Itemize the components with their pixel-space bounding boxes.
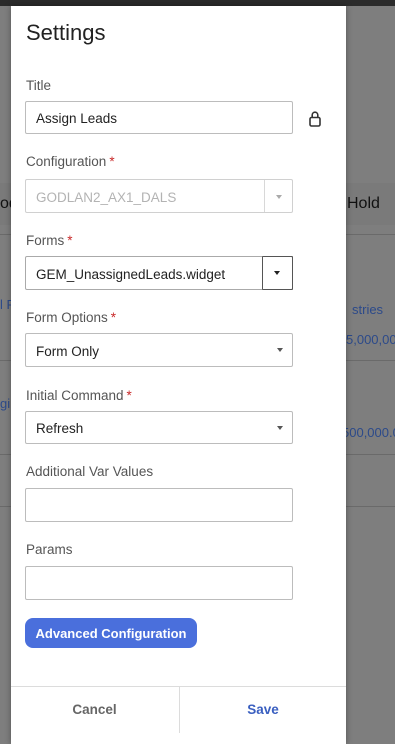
background-value: 5,000,000 [346, 332, 395, 347]
chevron-down-icon [277, 348, 283, 352]
params-input[interactable] [25, 566, 293, 600]
title-input[interactable]: Assign Leads [25, 101, 293, 134]
forms-label-text: Forms [26, 233, 65, 248]
params-label: Params [26, 542, 73, 557]
title-label-text: Title [26, 78, 52, 93]
form-options-select-value: Form Only [36, 344, 100, 359]
additional-var-values-input[interactable] [25, 488, 293, 522]
forms-select-value: GEM_UnassignedLeads.widget [36, 267, 226, 282]
modal-footer: Cancel Save [11, 686, 346, 733]
configuration-label-text: Configuration [26, 154, 107, 169]
forms-dropdown-toggle[interactable] [262, 256, 293, 290]
initial-command-select[interactable]: Refresh [25, 411, 293, 444]
configuration-dropdown-toggle[interactable] [264, 180, 292, 212]
initial-command-label-text: Initial Command [26, 388, 124, 403]
form-options-select[interactable]: Form Only [25, 333, 293, 367]
initial-command-select-value: Refresh [36, 421, 84, 436]
chevron-down-icon [276, 195, 282, 199]
additional-var-values-label: Additional Var Values [26, 464, 153, 479]
form-options-label-text: Form Options [26, 310, 108, 325]
configuration-label: Configuration * [26, 154, 115, 169]
modal-title: Settings [26, 20, 106, 45]
params-label-text: Params [26, 542, 73, 557]
form-options-label: Form Options * [26, 310, 116, 325]
configuration-select-value: GODLAN2_AX1_DALS [36, 190, 177, 205]
settings-modal: Settings Title Assign Leads Configuratio… [11, 6, 346, 744]
lock-icon[interactable] [308, 110, 322, 128]
additional-var-values-label-text: Additional Var Values [26, 464, 154, 479]
advanced-configuration-button[interactable]: Advanced Configuration [25, 618, 197, 648]
required-marker: * [126, 388, 132, 403]
title-input-value: Assign Leads [36, 111, 118, 126]
background-link-cut: gi [0, 396, 11, 411]
forms-label: Forms * [26, 233, 73, 248]
chevron-down-icon [277, 426, 283, 430]
required-marker: * [109, 154, 115, 169]
required-marker: * [110, 310, 117, 325]
background-header-hold: Hold [347, 195, 380, 212]
configuration-select[interactable]: GODLAN2_AX1_DALS [25, 179, 293, 213]
chevron-down-icon [274, 271, 280, 275]
initial-command-label: Initial Command * [26, 388, 132, 403]
save-button[interactable]: Save [179, 687, 346, 733]
cancel-button[interactable]: Cancel [11, 687, 178, 733]
forms-select[interactable]: GEM_UnassignedLeads.widget [25, 256, 293, 290]
background-text-industries: stries [352, 302, 384, 317]
title-label: Title [26, 78, 51, 93]
background-value: 500,000.0 [342, 425, 395, 440]
required-marker: * [67, 233, 73, 248]
